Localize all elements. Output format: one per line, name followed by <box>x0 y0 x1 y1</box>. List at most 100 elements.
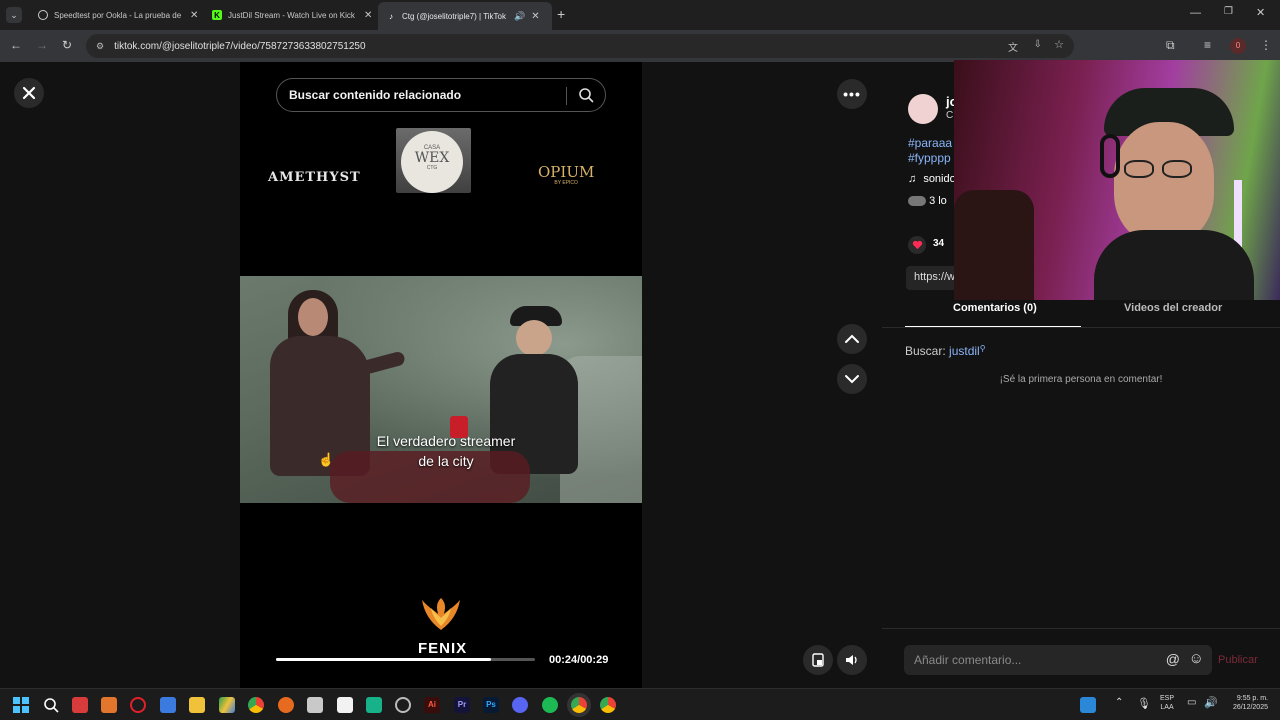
volume-icon[interactable]: 🔊 <box>1204 696 1218 709</box>
video-player[interactable]: Buscar contenido relacionado AMETHYST CA… <box>240 62 642 688</box>
chrome-icon[interactable] <box>248 697 264 713</box>
opera-icon[interactable] <box>130 697 146 713</box>
tab-comments[interactable]: Comentarios (0) <box>953 302 1037 314</box>
streamer-face <box>1114 122 1214 242</box>
more-options-button[interactable]: ••• <box>837 79 867 109</box>
app-icon-red[interactable] <box>72 697 88 713</box>
calendar-icon[interactable] <box>307 697 323 713</box>
forward-icon[interactable]: → <box>36 38 48 52</box>
details-panel: jo C #paraaa #fypppp ♫ sonido 3 lo 34 ht… <box>882 60 1280 688</box>
start-button[interactable] <box>13 697 29 713</box>
restore-button[interactable]: ❐ <box>1224 6 1233 17</box>
translate-icon[interactable]: 文 <box>1008 39 1018 54</box>
close-tab-icon[interactable]: ✕ <box>531 11 539 22</box>
author-subtitle: C <box>946 110 954 121</box>
tab-kick[interactable]: K JustDil Stream - Watch Live on Kick ✕ <box>204 4 380 26</box>
pip-icon <box>812 653 824 667</box>
glasses <box>1124 160 1154 178</box>
divider <box>882 327 1280 328</box>
obs-icon[interactable] <box>395 697 411 713</box>
video-progress-bar[interactable] <box>276 658 535 661</box>
network-icon[interactable]: ▭ <box>1187 697 1196 708</box>
bookmark-star-icon[interactable]: ☆ <box>1054 38 1064 51</box>
premiere-icon[interactable]: Pr <box>454 697 470 713</box>
audio-playing-icon[interactable]: 🔊 <box>514 11 525 22</box>
close-window-button[interactable]: ✕ <box>1256 6 1265 19</box>
hashtag-link[interactable]: #fypppp <box>908 151 951 165</box>
progress-fill <box>276 658 491 661</box>
reload-icon[interactable]: ↻ <box>62 38 72 52</box>
profile-avatar[interactable]: 0 <box>1230 38 1246 54</box>
url-field[interactable]: ⚙ tiktok.com/@joselitotriple7/video/7587… <box>86 34 1074 58</box>
sound-row[interactable]: ♫ sonido <box>908 173 956 185</box>
language-indicator[interactable]: ESP LAA <box>1160 694 1174 712</box>
site-settings-icon[interactable]: ⚙ <box>96 41 104 52</box>
new-tab-button[interactable]: + <box>557 6 565 22</box>
related-search-input[interactable]: Buscar contenido relacionado <box>276 78 606 112</box>
casa-wex-logo: CASA WEX CTG <box>396 128 471 193</box>
illustrator-icon[interactable]: Ai <box>424 697 440 713</box>
chevron-down-icon <box>845 375 859 384</box>
app-icon-green[interactable] <box>366 697 382 713</box>
person-woman-face <box>298 298 328 336</box>
install-app-icon[interactable]: ⇩ <box>1034 39 1042 50</box>
media-controls-icon[interactable]: ≡ <box>1204 38 1211 52</box>
chevron-up-icon[interactable]: ⌃ <box>1115 697 1123 708</box>
next-video-button[interactable] <box>837 364 867 394</box>
fenix-logo <box>420 596 462 636</box>
person-man-face <box>516 320 552 356</box>
fenix-text: FENIX <box>418 640 468 657</box>
more-menu-icon[interactable]: ⋮ <box>1260 38 1272 52</box>
video-time: 00:24/00:29 <box>549 654 609 666</box>
back-icon[interactable]: ← <box>10 38 22 52</box>
streamer-shirt <box>1094 230 1254 300</box>
close-tab-icon[interactable]: ✕ <box>190 10 198 21</box>
search-taskbar-button[interactable] <box>43 697 59 713</box>
app-icon-orange[interactable] <box>101 697 117 713</box>
volume-icon <box>846 655 857 665</box>
tab-speedtest[interactable]: Speedtest por Ookla - La prueba de ✕ <box>30 4 206 26</box>
tab-search-button[interactable]: ⌄ <box>6 7 22 23</box>
previous-video-button[interactable] <box>837 324 867 354</box>
document-icon[interactable] <box>337 697 353 713</box>
author-avatar[interactable] <box>908 94 938 124</box>
hashtag-link[interactable]: #paraaa <box>908 136 952 150</box>
comment-composer: Añadir comentario... @ ☺ Publicar <box>882 628 1280 688</box>
spotify-icon[interactable] <box>542 697 558 713</box>
close-video-button[interactable] <box>14 78 44 108</box>
microphone-icon[interactable]: 🎙 <box>1137 697 1151 710</box>
file-explorer-icon[interactable] <box>189 697 205 713</box>
tab-creator-videos[interactable]: Videos del creador <box>1124 302 1222 314</box>
emoji-icon[interactable]: ☺ <box>1189 650 1204 667</box>
music-note-icon: ♫ <box>908 173 917 185</box>
volume-button[interactable] <box>837 645 867 675</box>
mention-icon[interactable]: @ <box>1166 651 1180 667</box>
search-icon <box>44 698 59 713</box>
search-suggestion[interactable]: Buscar: justdil⚲ <box>905 344 986 358</box>
video-frame[interactable]: El verdadero streamer de la city ☝ <box>240 276 642 503</box>
photoshop-icon[interactable]: Ps <box>483 697 499 713</box>
search-icon[interactable] <box>578 87 594 103</box>
store-icon[interactable] <box>160 697 176 713</box>
minimize-button[interactable]: — <box>1190 7 1201 19</box>
clock[interactable]: 9:55 p. m. 26/12/2025 <box>1224 694 1268 712</box>
video-caption: El verdadero streamer de la city <box>376 433 516 469</box>
floating-player-button[interactable] <box>803 645 833 675</box>
extensions-icon[interactable]: ⧉ <box>1166 38 1175 53</box>
firefox-icon[interactable] <box>278 697 294 713</box>
like-button[interactable] <box>908 236 926 254</box>
browser-tab-bar: ⌄ Speedtest por Ookla - La prueba de ✕ K… <box>0 0 1280 30</box>
liked-by-row: 3 lo <box>908 195 947 207</box>
chrome-profile-icon[interactable] <box>600 697 616 713</box>
widget-icon[interactable] <box>1080 697 1096 713</box>
discord-icon[interactable] <box>512 697 528 713</box>
tab-tiktok[interactable]: ♪ Ctg (@joselitotriple7) | TikTok 🔊 ✕ <box>378 2 552 30</box>
tiktok-video-page: Buscar contenido relacionado AMETHYST CA… <box>0 60 1280 688</box>
drive-icon[interactable] <box>219 697 235 713</box>
comment-input[interactable]: Añadir comentario... @ ☺ <box>904 645 1212 675</box>
gaming-chair <box>954 190 1034 300</box>
sound-label: sonido <box>923 173 956 185</box>
publish-button[interactable]: Publicar <box>1218 654 1258 666</box>
close-tab-icon[interactable]: ✕ <box>364 10 372 21</box>
chrome-active-icon[interactable] <box>571 697 587 713</box>
